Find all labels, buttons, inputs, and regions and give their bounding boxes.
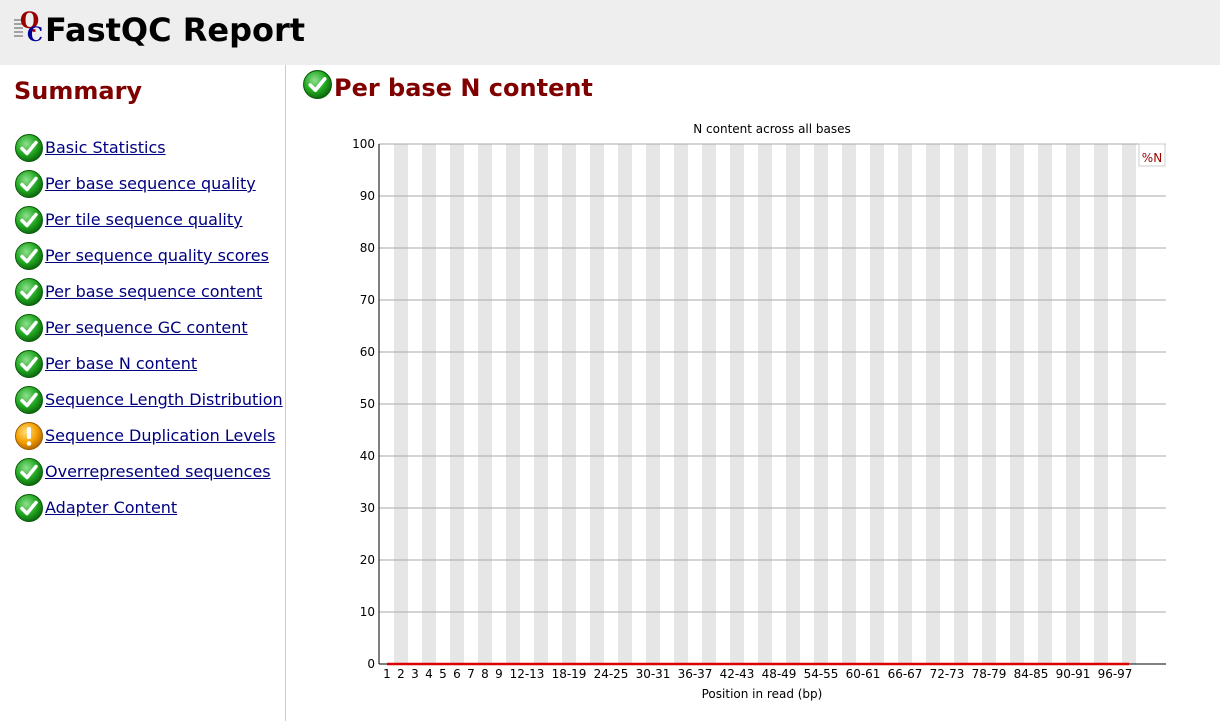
report-header: Q C FastQC Report (0, 0, 1220, 65)
summary-title: Summary (14, 77, 143, 105)
module-link[interactable]: Adapter Content (45, 498, 177, 518)
warning-icon (15, 422, 43, 450)
pass-check-icon (15, 134, 43, 162)
summary-item: Sequence Length Distribution (14, 382, 283, 418)
summary-item: Per tile sequence quality (14, 202, 283, 238)
x-tick-label: 66-67 (888, 667, 923, 681)
x-tick-label: 78-79 (972, 667, 1007, 681)
n-content-chart: N content across all bases 0 10 20 30 40 50 60… (352, 122, 1166, 701)
x-tick-label: 5 (439, 667, 447, 681)
pass-check-icon (15, 386, 43, 414)
pass-check-icon (15, 170, 43, 198)
module-link[interactable]: Per tile sequence quality (45, 210, 243, 230)
x-tick-label: 3 (411, 667, 419, 681)
y-tick-label: 70 (360, 293, 375, 307)
x-tick-label: 30-31 (636, 667, 671, 681)
y-tick-label: 90 (360, 189, 375, 203)
x-tick-label: 42-43 (720, 667, 755, 681)
x-tick-label: 24-25 (594, 667, 629, 681)
x-tick-label: 7 (467, 667, 475, 681)
module-link[interactable]: Sequence Length Distribution (45, 390, 283, 410)
x-tick-label: 90-91 (1056, 667, 1091, 681)
x-tick-label: 48-49 (762, 667, 797, 681)
summary-item: Per sequence quality scores (14, 238, 283, 274)
y-tick-label: 100 (352, 137, 375, 151)
x-tick-label: 2 (397, 667, 405, 681)
x-tick-label: 6 (453, 667, 461, 681)
y-tick-label: 0 (367, 657, 375, 671)
module-link[interactable]: Per sequence quality scores (45, 246, 269, 266)
y-tick-label: 40 (360, 449, 375, 463)
module-list: Basic Statistics Per base sequence qualit… (14, 130, 283, 526)
module-link[interactable]: Overrepresented sequences (45, 462, 271, 482)
module-link[interactable]: Sequence Duplication Levels (45, 426, 275, 446)
summary-item: Per sequence GC content (14, 310, 283, 346)
pass-check-icon (15, 458, 43, 486)
chart-title: N content across all bases (693, 122, 851, 136)
summary-item: Sequence Duplication Levels (14, 418, 283, 454)
y-tick-label: 80 (360, 241, 375, 255)
summary-sidebar: Summary Basic Statistics Per base sequenc… (0, 65, 286, 721)
y-tick-label: 50 (360, 397, 375, 411)
summary-item: Overrepresented sequences (14, 454, 283, 490)
chart-legend: %N (1138, 143, 1166, 167)
module-link[interactable]: Basic Statistics (45, 138, 166, 158)
pass-check-icon (15, 314, 43, 342)
x-tick-label: 8 (481, 667, 489, 681)
module-link[interactable]: Per base sequence quality (45, 174, 256, 194)
legend-label: %N (1142, 151, 1162, 165)
pass-check-icon (15, 494, 43, 522)
x-tick-label: 60-61 (846, 667, 881, 681)
report-title: FastQC Report (45, 11, 306, 49)
y-tick-label: 30 (360, 501, 375, 515)
pass-check-icon (15, 278, 43, 306)
x-tick-label: 36-37 (678, 667, 713, 681)
x-tick-label: 72-73 (930, 667, 965, 681)
x-tick-label: 1 (383, 667, 391, 681)
x-tick-label: 4 (425, 667, 433, 681)
main-content: Per base N content N content across all … (286, 65, 1220, 721)
x-tick-label: 54-55 (804, 667, 839, 681)
summary-item: Per base sequence quality (14, 166, 283, 202)
y-tick-label: 60 (360, 345, 375, 359)
summary-item: Basic Statistics (14, 130, 283, 166)
x-tick-label: 9 (495, 667, 503, 681)
pass-check-icon (15, 206, 43, 234)
y-tick-label: 10 (360, 605, 375, 619)
module-link[interactable]: Per base N content (45, 354, 197, 374)
module-link[interactable]: Per base sequence content (45, 282, 262, 302)
pass-check-icon (15, 350, 43, 378)
summary-item: Adapter Content (14, 490, 283, 526)
svg-text:C: C (27, 22, 43, 44)
fastqc-logo-icon: Q C (14, 8, 43, 44)
y-tick-label: 20 (360, 553, 375, 567)
x-tick-label: 84-85 (1014, 667, 1049, 681)
summary-item: Per base sequence content (14, 274, 283, 310)
summary-item: Per base N content (14, 346, 283, 382)
pass-check-icon (15, 242, 43, 270)
module-link[interactable]: Per sequence GC content (45, 318, 248, 338)
x-tick-label: 96-97 (1098, 667, 1133, 681)
x-axis-label: Position in read (bp) (702, 687, 823, 701)
x-tick-label: 18-19 (552, 667, 587, 681)
x-tick-label: 12-13 (510, 667, 545, 681)
